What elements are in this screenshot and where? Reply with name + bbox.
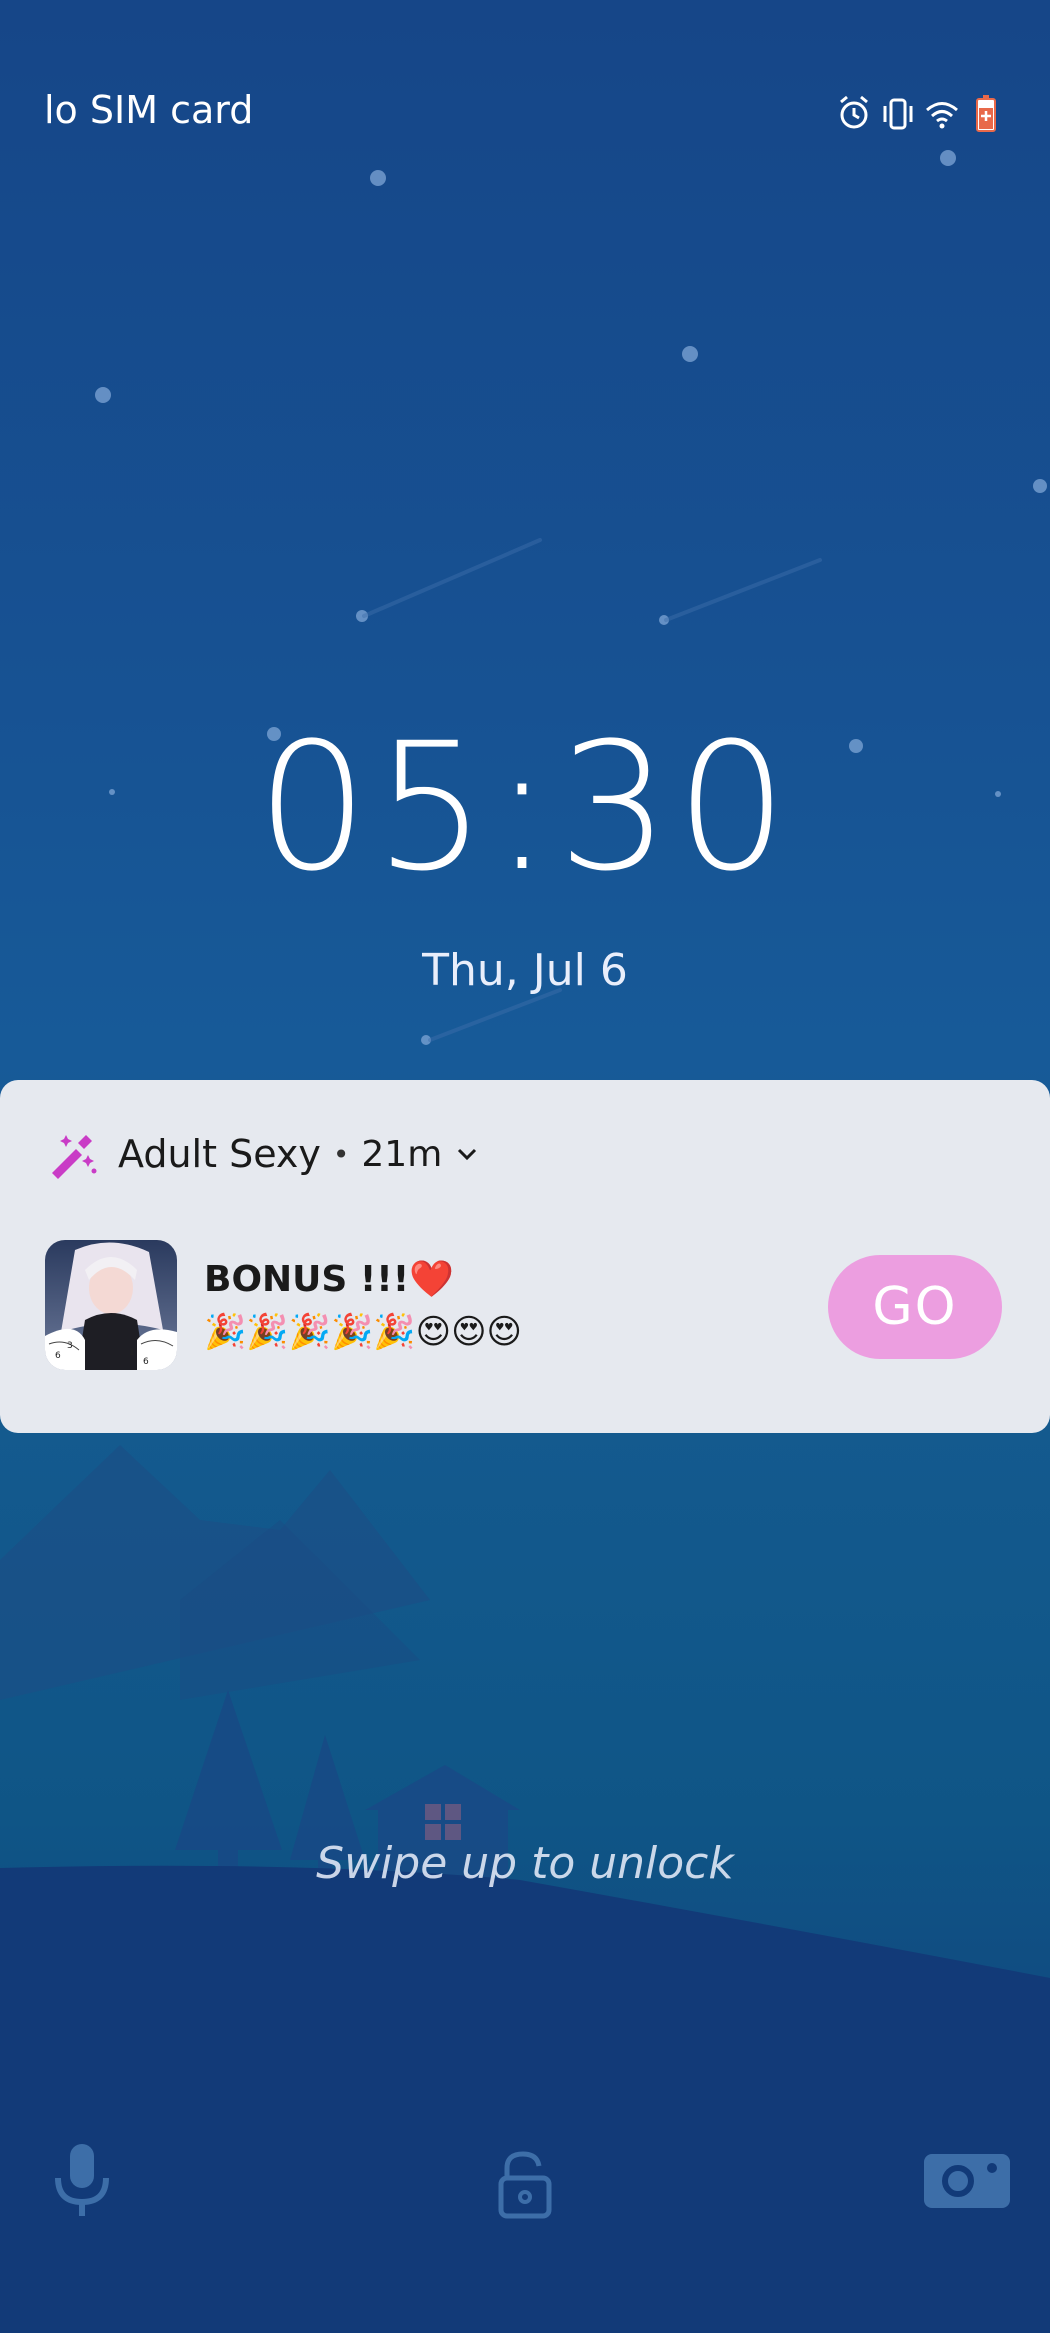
- camera-icon[interactable]: [922, 2150, 1012, 2212]
- unlock-icon[interactable]: [495, 2148, 555, 2220]
- status-bar: lo SIM card: [0, 80, 1050, 150]
- notification-time: 21m: [361, 1133, 443, 1175]
- lockscreen-clock: 05:30: [256, 705, 794, 910]
- magic-wand-icon: [52, 1135, 97, 1179]
- notification-card[interactable]: Adult Sexy • 21m 3 6 1 6 BONUS !!!❤️ 🎉🎉🎉…: [0, 1080, 1050, 1433]
- lockscreen-date: Thu, Jul 6: [422, 945, 628, 996]
- notification-body: 🎉🎉🎉🎉🎉😍😍😍: [204, 1312, 523, 1352]
- notification-app-name: Adult Sexy: [118, 1132, 321, 1176]
- svg-text:6: 6: [143, 1357, 149, 1367]
- svg-text:1: 1: [129, 1348, 135, 1358]
- go-button[interactable]: GO: [828, 1255, 1002, 1359]
- svg-text:6: 6: [55, 1351, 61, 1361]
- vibrate-icon: [880, 92, 916, 134]
- status-icons: [836, 92, 1004, 134]
- microphone-icon[interactable]: [50, 2140, 114, 2222]
- carrier-label: lo SIM card: [44, 88, 254, 132]
- svg-text:3: 3: [67, 1341, 73, 1351]
- notification-title: BONUS !!!❤️: [204, 1259, 454, 1300]
- swipe-hint: Swipe up to unlock: [316, 1838, 734, 1889]
- battery-charging-icon: [968, 92, 1004, 134]
- lock-screen[interactable]: lo SIM card 05:30 Thu, Jul 6 Adult Sexy …: [0, 0, 1050, 2333]
- wifi-icon: [924, 92, 960, 134]
- separator-dot: •: [332, 1137, 350, 1171]
- notification-header[interactable]: Adult Sexy • 21m: [46, 1124, 480, 1184]
- alarm-icon: [836, 92, 872, 134]
- chevron-down-icon[interactable]: [454, 1141, 480, 1167]
- notification-thumbnail: 3 6 1 6: [45, 1240, 177, 1370]
